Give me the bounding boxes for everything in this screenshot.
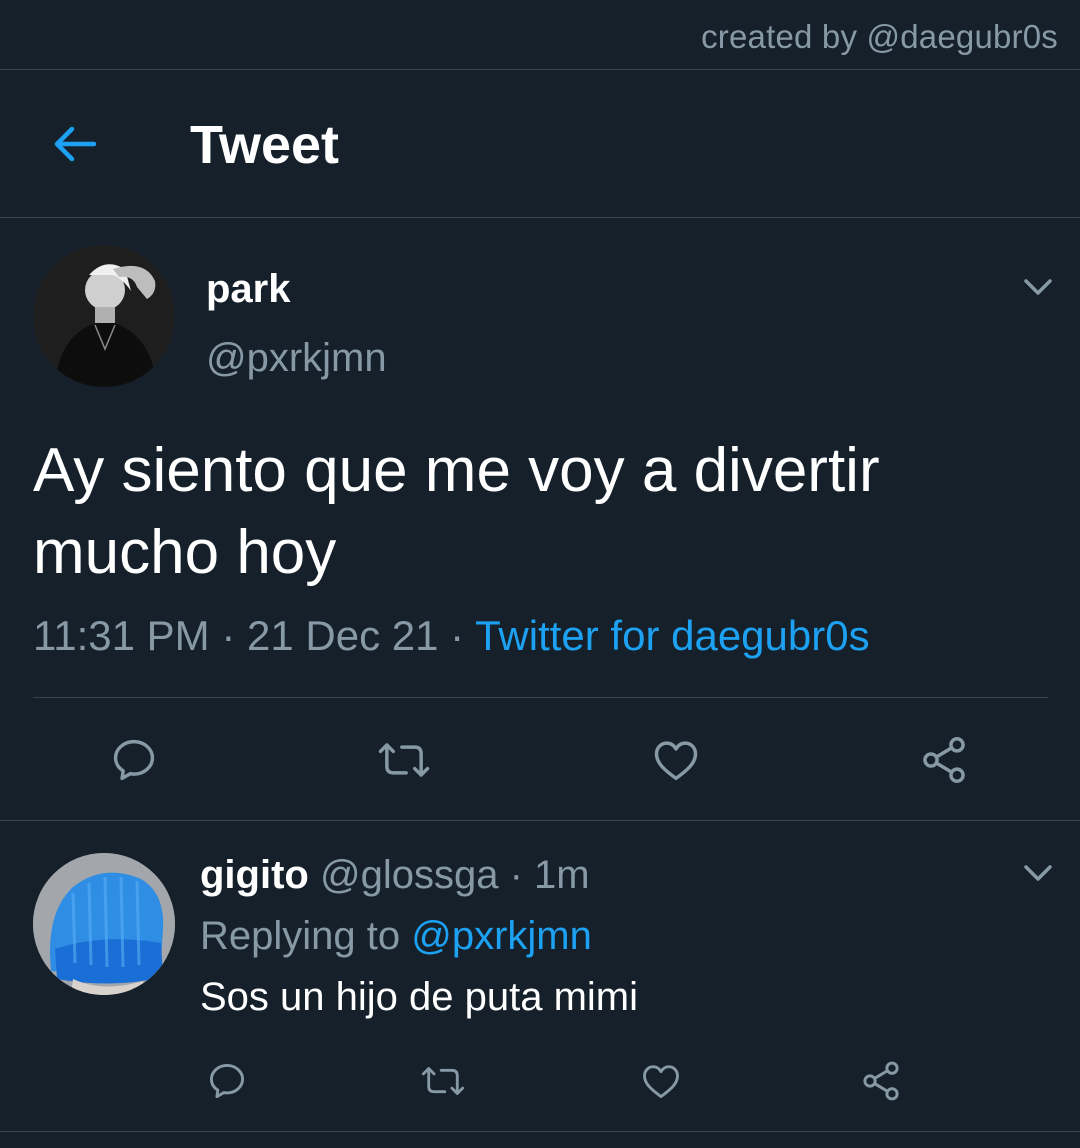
like-icon: [654, 741, 698, 781]
replying-to: Replying to @pxrkjmn: [200, 914, 592, 959]
avatar-photo: [33, 853, 175, 995]
reply-button[interactable]: [106, 732, 162, 788]
reply-text: Sos un hijo de puta mimi: [200, 975, 639, 1019]
avatar[interactable]: [33, 853, 175, 995]
display-name[interactable]: park: [206, 267, 291, 312]
tweet-date: 21 Dec 21: [247, 612, 439, 659]
reply-icon: [209, 1063, 245, 1099]
tweet-text: Ay siento que me voy a divertir mucho ho…: [33, 436, 880, 587]
more-options-button[interactable]: [1018, 858, 1058, 888]
tweet-meta: 11:31 PM · 21 Dec 21 · Twitter for daegu…: [33, 612, 870, 660]
retweet-icon: [378, 743, 430, 777]
avatar-photo: [33, 245, 175, 387]
retweet-button[interactable]: [372, 732, 436, 788]
tweet-detail-screen: created by @daegubr0s Tweet park @pxrkjm…: [0, 0, 1080, 1148]
replying-label: Replying to: [200, 914, 401, 958]
separator: ·: [221, 612, 236, 659]
retweet-button[interactable]: [416, 1058, 470, 1104]
divider: [0, 217, 1080, 218]
tweet-time: 11:31 PM: [33, 612, 210, 659]
chevron-down-icon: [1024, 279, 1052, 295]
share-icon: [923, 737, 965, 783]
like-icon: [643, 1065, 679, 1099]
page-title: Tweet: [190, 115, 340, 175]
reply-handle[interactable]: @glossga: [320, 853, 498, 897]
like-button[interactable]: [648, 732, 704, 788]
share-icon: [863, 1061, 899, 1101]
divider: [33, 697, 1048, 698]
arrow-left-icon: [54, 126, 97, 162]
divider: [0, 820, 1080, 821]
top-bar: Tweet: [0, 70, 1080, 217]
reply-icon: [113, 739, 155, 781]
more-options-button[interactable]: [1018, 272, 1058, 302]
reply-time: 1m: [534, 853, 590, 897]
back-button[interactable]: [46, 120, 102, 168]
separator: ·: [509, 853, 523, 897]
credit-watermark: created by @daegubr0s: [701, 18, 1058, 55]
avatar[interactable]: [33, 245, 175, 387]
reply-header: gigito @glossga · 1m: [200, 853, 590, 898]
separator: ·: [450, 612, 465, 659]
reply-display-name[interactable]: gigito: [200, 853, 309, 897]
mention-link[interactable]: @pxrkjmn: [411, 914, 592, 958]
handle[interactable]: @pxrkjmn: [206, 336, 387, 381]
reply-button[interactable]: [204, 1058, 250, 1104]
chevron-down-icon: [1024, 865, 1052, 881]
tweet-source-link[interactable]: Twitter for daegubr0s: [475, 612, 870, 659]
retweet-icon: [421, 1067, 465, 1095]
share-button[interactable]: [858, 1058, 904, 1104]
divider: [0, 1131, 1080, 1132]
share-button[interactable]: [916, 732, 972, 788]
like-button[interactable]: [638, 1058, 684, 1104]
